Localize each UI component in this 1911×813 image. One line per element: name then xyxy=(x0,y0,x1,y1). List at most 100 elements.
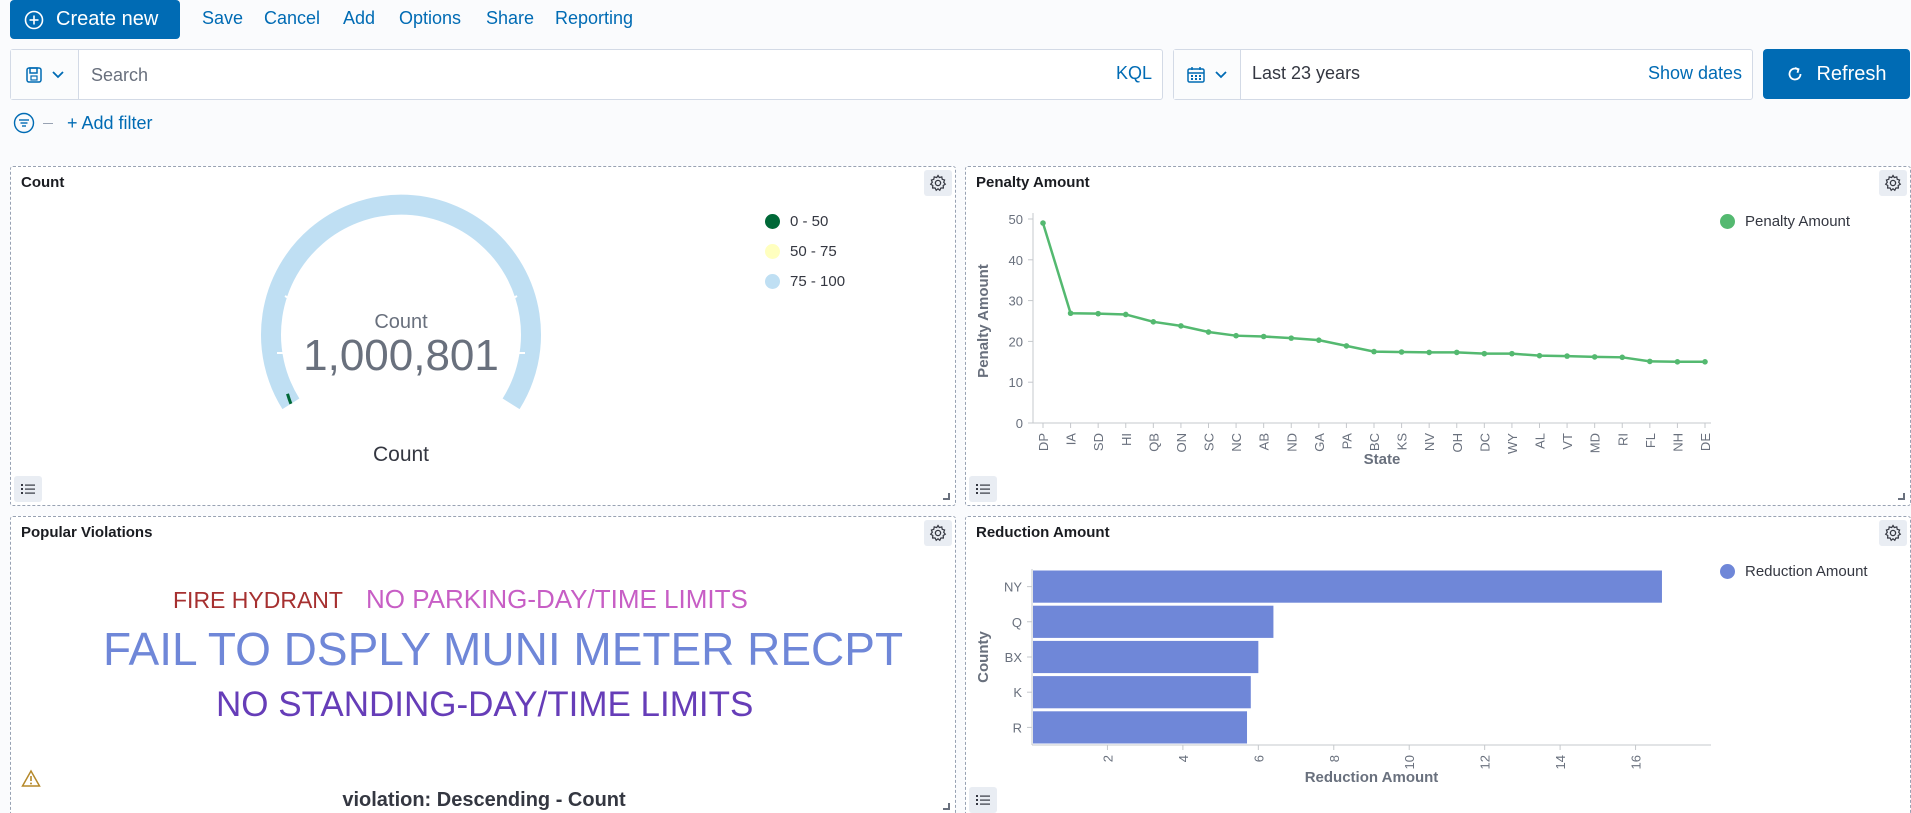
add-link[interactable]: Add xyxy=(343,8,375,29)
x-tick-label: HI xyxy=(1119,433,1134,446)
show-dates-button[interactable]: Show dates xyxy=(1648,63,1742,84)
cancel-link[interactable]: Cancel xyxy=(264,8,320,29)
y-tick-label: 30 xyxy=(1009,294,1023,309)
refresh-label: Refresh xyxy=(1816,62,1887,85)
word-cloud-term[interactable]: NO PARKING-DAY/TIME LIMITS xyxy=(366,584,748,615)
filter-options-icon[interactable] xyxy=(13,112,35,134)
y-axis-title: County xyxy=(975,631,992,683)
data-point xyxy=(1674,359,1681,365)
penalty-amount-panel: Penalty Amount 0 10 20 30 40 50 DP IA SD HI QB ON SC… xyxy=(965,166,1911,506)
legend-item[interactable]: 0 - 50 xyxy=(765,213,828,230)
x-tick-label: PA xyxy=(1339,433,1354,450)
toggle-legend-button[interactable] xyxy=(969,476,997,502)
x-tick-label: DP xyxy=(1036,433,1051,451)
bar xyxy=(1033,640,1259,674)
reporting-link[interactable]: Reporting xyxy=(555,8,633,29)
search-input[interactable] xyxy=(91,62,991,88)
data-point xyxy=(1509,350,1515,357)
date-range-text[interactable]: Last 23 years xyxy=(1252,63,1360,84)
refresh-button[interactable]: Refresh xyxy=(1763,49,1910,99)
x-tick-label: VT xyxy=(1560,433,1575,450)
resize-handle[interactable] xyxy=(943,493,950,500)
save-disk-icon xyxy=(25,66,42,83)
count-panel: Count Count 1,000,801 Count 0 - 50 50 - … xyxy=(10,166,956,506)
data-point xyxy=(1398,349,1405,355)
y-tick-label: 0 xyxy=(1016,416,1023,431)
legend-item[interactable]: 75 - 100 xyxy=(765,273,845,290)
word-cloud-term[interactable]: NO STANDING-DAY/TIME LIMITS xyxy=(216,685,753,725)
x-tick-label: 4 xyxy=(1176,755,1191,762)
x-tick-label: MD xyxy=(1588,433,1603,453)
toggle-legend-button[interactable] xyxy=(969,787,997,813)
word-cloud-term[interactable]: FAIL TO DSPLY MUNI METER RECPT xyxy=(103,622,903,676)
x-tick-label: SD xyxy=(1091,433,1106,451)
add-filter-button[interactable]: + Add filter xyxy=(67,113,153,134)
chevron-down-icon xyxy=(1215,70,1227,78)
data-point xyxy=(1122,311,1129,318)
legend-dot xyxy=(1720,214,1735,229)
x-tick-label: 6 xyxy=(1251,755,1266,762)
x-axis-title: State xyxy=(1364,451,1401,467)
y-tick-label: 50 xyxy=(1009,212,1023,227)
y-tick-label: 10 xyxy=(1009,375,1023,390)
popular-violations-panel: Popular Violations FIRE HYDRANT NO PARKI… xyxy=(10,516,956,813)
data-point xyxy=(1619,354,1626,361)
bar xyxy=(1033,676,1251,709)
word-cloud-term[interactable]: FIRE HYDRANT xyxy=(173,587,343,614)
calendar-icon xyxy=(1187,66,1205,83)
panel-options-button[interactable] xyxy=(924,520,952,546)
legend-label: Reduction Amount xyxy=(1745,563,1868,580)
resize-handle[interactable] xyxy=(943,803,950,810)
x-tick-label: FL xyxy=(1643,433,1658,448)
data-point xyxy=(1343,343,1350,349)
warning-icon[interactable] xyxy=(21,769,41,789)
data-point xyxy=(1647,358,1653,365)
x-tick-label: NC xyxy=(1229,433,1244,452)
list-icon xyxy=(976,795,990,805)
x-tick-label: SC xyxy=(1202,433,1217,451)
x-tick-label: DE xyxy=(1698,433,1713,451)
create-new-button[interactable]: Create new xyxy=(10,0,180,39)
data-point xyxy=(1150,319,1157,325)
legend-item[interactable]: Penalty Amount xyxy=(1720,213,1850,230)
legend-label: Penalty Amount xyxy=(1745,213,1851,230)
plus-circle-icon xyxy=(24,10,44,29)
legend-dot xyxy=(765,274,780,289)
toggle-legend-button[interactable] xyxy=(14,476,42,502)
penalty-line-chart: 0 10 20 30 40 50 DP IA SD HI QB ON SC NC AB ND GA PA BC KS N… xyxy=(975,212,1713,467)
legend-dot xyxy=(1720,564,1735,579)
data-point xyxy=(1260,333,1267,340)
share-link[interactable]: Share xyxy=(486,8,534,29)
data-point xyxy=(1481,350,1488,357)
options-link[interactable]: Options xyxy=(399,8,461,29)
y-tick-label: 40 xyxy=(1009,253,1023,268)
data-point xyxy=(1564,353,1570,359)
resize-handle[interactable] xyxy=(1898,493,1905,500)
kql-button[interactable]: KQL xyxy=(1116,63,1152,84)
legend-label: 75 - 100 xyxy=(790,273,846,290)
data-point xyxy=(1702,359,1708,365)
panel-title: Popular Violations xyxy=(21,524,153,541)
data-point xyxy=(1205,329,1212,335)
date-picker: Last 23 years Show dates xyxy=(1173,49,1753,100)
legend-item[interactable]: Reduction Amount xyxy=(1720,563,1868,580)
bar xyxy=(1033,605,1274,638)
saved-query-button[interactable] xyxy=(11,50,79,99)
legend-dot xyxy=(765,244,780,259)
refresh-icon xyxy=(1789,67,1802,81)
legend-item[interactable]: 50 - 75 xyxy=(765,243,837,260)
y-tick-label: BX xyxy=(1005,650,1023,665)
x-tick-label: 12 xyxy=(1478,755,1493,769)
x-tick-label: DC xyxy=(1477,433,1492,452)
x-tick-label: 8 xyxy=(1327,755,1342,762)
data-point xyxy=(1178,323,1184,329)
y-tick-label: K xyxy=(1013,685,1022,700)
gauge-bottom-label: Count xyxy=(372,443,430,466)
word-cloud-footer: violation: Descending - Count xyxy=(342,789,626,811)
quick-menu-button[interactable] xyxy=(1174,50,1241,99)
data-point xyxy=(1591,354,1598,360)
save-link[interactable]: Save xyxy=(202,8,243,29)
data-point xyxy=(1536,352,1543,359)
data-point xyxy=(1233,332,1239,339)
y-tick-label: R xyxy=(1013,720,1022,735)
